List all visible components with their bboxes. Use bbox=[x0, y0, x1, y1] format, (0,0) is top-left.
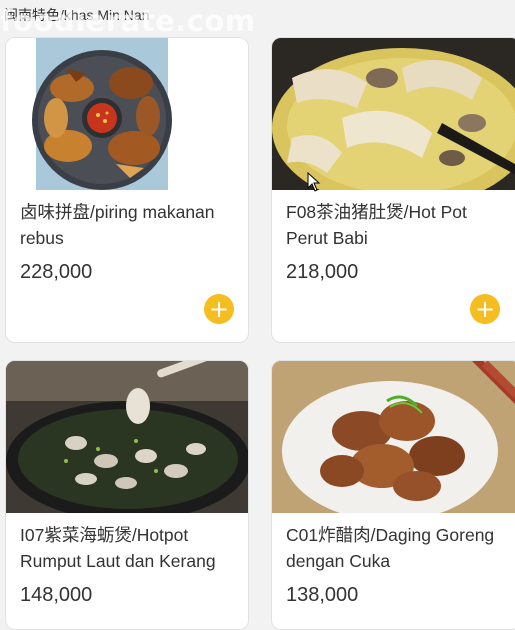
item-price: 138,000 bbox=[286, 584, 359, 606]
food-photo bbox=[6, 361, 248, 513]
menu-item-card[interactable]: I07紫菜海蛎煲/Hotpot Rumput Laut dan Kerang 1… bbox=[5, 360, 249, 630]
plus-icon: + bbox=[474, 295, 496, 323]
item-name: I07紫菜海蛎煲/Hotpot Rumput Laut dan Kerang bbox=[20, 525, 216, 571]
add-to-cart-button[interactable]: + bbox=[470, 294, 500, 324]
item-name: 卤味拼盘/piring makanan rebus bbox=[20, 202, 215, 248]
plus-icon: + bbox=[208, 295, 230, 323]
food-photo bbox=[272, 361, 515, 513]
add-to-cart-button[interactable]: + bbox=[204, 294, 234, 324]
menu-item-card[interactable]: C01炸醋肉/Daging Goreng dengan Cuka 138,000 bbox=[271, 360, 515, 630]
item-price: 148,000 bbox=[20, 584, 93, 606]
mouse-pointer-icon bbox=[307, 171, 321, 197]
food-photo bbox=[272, 38, 515, 190]
section-title: 闽南特色/khas Min Nan bbox=[4, 7, 150, 23]
item-price: 228,000 bbox=[20, 261, 93, 283]
food-photo bbox=[6, 38, 248, 190]
item-name: F08茶油猪肚煲/Hot Pot Perut Babi bbox=[286, 202, 467, 248]
menu-item-card[interactable]: 卤味拼盘/piring makanan rebus 228,000 + bbox=[5, 37, 249, 343]
menu-grid: 闽南特色/khas Min Nan foodierate.com 卤味拼盘/pi… bbox=[0, 0, 515, 630]
item-name: C01炸醋肉/Daging Goreng dengan Cuka bbox=[286, 525, 495, 571]
item-price: 218,000 bbox=[286, 261, 359, 283]
